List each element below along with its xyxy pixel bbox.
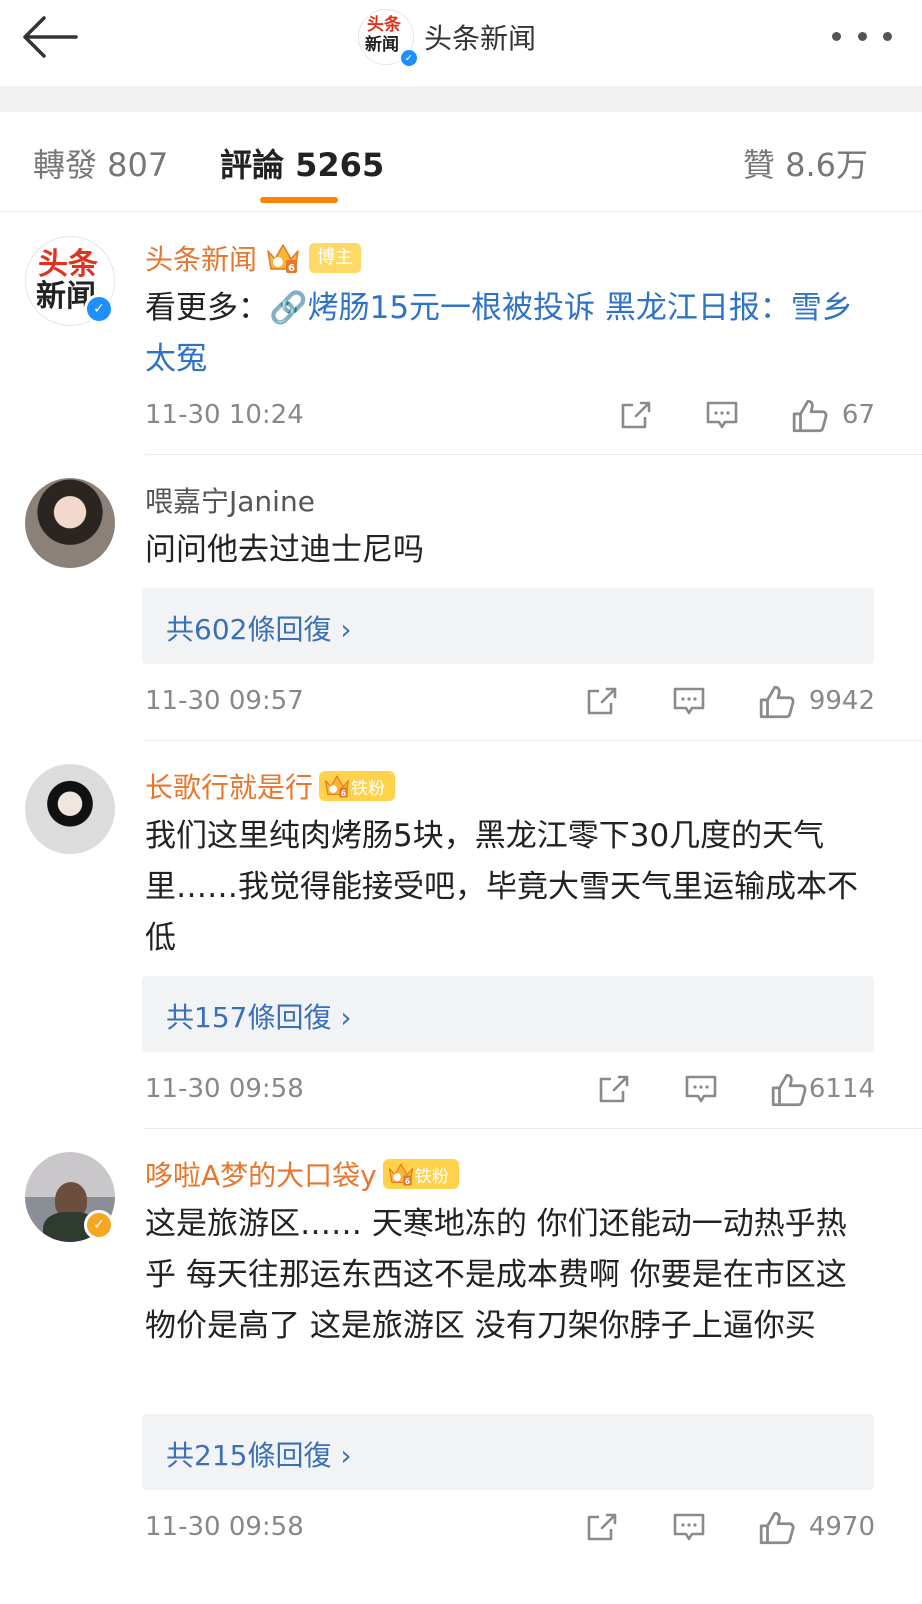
- comment-meta: 11-30 10:24 67: [145, 398, 875, 438]
- replies-button[interactable]: 共157條回復 ›: [142, 976, 874, 1052]
- blogger-tag: 博主: [309, 243, 362, 273]
- comment-item: 头条 新闻 ✓ 头条新闻 博主 看更多：🔗烤肠15元一根被投诉 黑龙江日报：雪乡…: [0, 214, 922, 456]
- comment-text: 这是旅游区…… 天寒地冻的 你们还能动一动热乎热乎 每天往那运东西这不是成本费啊…: [145, 1206, 847, 1344]
- comment-meta: 11-30 09:58 6114: [145, 1072, 875, 1112]
- comment-text-prefix: 看更多：: [145, 290, 269, 326]
- comment-meta: 11-30 09:58 4970: [145, 1510, 875, 1550]
- replies-label: 共157條回復 ›: [166, 1001, 352, 1034]
- comment-text: 我们这里纯肉烤肠5块，黑龙江零下30几度的天气里……我觉得能接受吧，毕竟大雪天气…: [145, 818, 858, 956]
- like-icon[interactable]: [770, 1072, 808, 1108]
- avatar-logo-text-1: 头条: [38, 247, 98, 282]
- tab-bar: 轉發 807 評論 5265 贊 8.6万: [0, 112, 922, 212]
- fan-badge-label: 铁粉: [414, 1166, 449, 1187]
- replies-label: 共215條回復 ›: [166, 1439, 352, 1472]
- timestamp: 11-30 09:58: [145, 1074, 304, 1104]
- like-count: 9942: [808, 686, 875, 716]
- username-text: 哆啦A梦的大口袋y: [145, 1159, 377, 1192]
- comment-meta: 11-30 09:57 9942: [145, 684, 875, 724]
- page-title[interactable]: 头条 新闻 ✓ 头条新闻: [358, 9, 537, 68]
- fan-badge-label: 铁粉: [351, 778, 386, 799]
- account-avatar: 头条 新闻 ✓: [358, 9, 419, 68]
- comment-icon[interactable]: [672, 684, 706, 718]
- divider: [145, 454, 922, 455]
- tab-likes[interactable]: 贊 8.6万: [743, 140, 868, 186]
- comment-icon[interactable]: [672, 1510, 706, 1544]
- comment-item: 长歌行就是行 铁粉 我们这里纯肉烤肠5块，黑龙江零下30几度的天气里……我觉得能…: [0, 742, 922, 1130]
- verified-icon: ✓: [84, 294, 114, 324]
- timestamp: 11-30 10:24: [145, 400, 304, 430]
- timestamp: 11-30 09:58: [145, 1512, 304, 1542]
- avatar[interactable]: [25, 764, 115, 854]
- replies-label: 共602條回復 ›: [166, 613, 352, 646]
- verified-icon: ✓: [84, 1210, 114, 1240]
- comment-item: 喂嘉宁Janine 问问他去过迪士尼吗 共602條回復 › 11-30 09:5…: [0, 456, 922, 742]
- username-text: 喂嘉宁Janine: [145, 485, 315, 518]
- like-icon[interactable]: [758, 684, 796, 720]
- crown-icon: [387, 1161, 415, 1187]
- replies-button[interactable]: 共602條回復 ›: [142, 588, 874, 664]
- like-icon[interactable]: [791, 398, 829, 434]
- username[interactable]: 哆啦A梦的大口袋y 铁粉: [145, 1154, 459, 1194]
- header-title: 头条新闻: [424, 22, 537, 55]
- fan-badge: 铁粉: [382, 1159, 459, 1189]
- like-count: 67: [841, 400, 875, 430]
- like-count: 4970: [808, 1512, 875, 1542]
- username-text: 头条新闻: [145, 243, 258, 276]
- comment-icon[interactable]: [705, 398, 739, 432]
- timestamp: 11-30 09:57: [145, 686, 304, 716]
- divider: [145, 740, 922, 741]
- replies-button[interactable]: 共215條回復 ›: [142, 1414, 874, 1490]
- tab-repost[interactable]: 轉發 807: [33, 140, 168, 186]
- crown-icon: [265, 241, 301, 275]
- username[interactable]: 喂嘉宁Janine: [145, 480, 315, 520]
- share-icon[interactable]: [619, 398, 653, 432]
- back-arrow-icon[interactable]: [18, 12, 82, 62]
- username-text: 长歌行就是行: [145, 771, 314, 804]
- fan-badge: 铁粉: [319, 771, 396, 801]
- avatar[interactable]: [25, 478, 115, 568]
- share-icon[interactable]: [585, 684, 619, 718]
- avatar-logo-text-1: 头条: [367, 15, 401, 35]
- like-icon[interactable]: [758, 1510, 796, 1546]
- share-icon[interactable]: [585, 1510, 619, 1544]
- comment-text: 问问他去过迪士尼吗: [145, 532, 424, 568]
- share-icon[interactable]: [597, 1072, 631, 1106]
- separator-band: [0, 86, 922, 112]
- avatar-logo-text-2: 新闻: [365, 35, 399, 55]
- comment-item: ✓ 哆啦A梦的大口袋y 铁粉 这是旅游区…… 天寒地冻的 你们还能动一动热乎热乎…: [0, 1130, 922, 1604]
- comment-icon[interactable]: [684, 1072, 718, 1106]
- username[interactable]: 长歌行就是行 铁粉: [145, 766, 396, 806]
- more-menu-icon[interactable]: [832, 24, 892, 48]
- like-count: 6114: [808, 1074, 875, 1104]
- tab-comments[interactable]: 評論 5265: [220, 140, 384, 186]
- comment-text: 看更多：🔗烤肠15元一根被投诉 黑龙江日报：雪乡太冤: [145, 283, 875, 385]
- username[interactable]: 头条新闻 博主: [145, 238, 362, 278]
- active-tab-indicator: [260, 197, 338, 203]
- crown-icon: [323, 773, 351, 799]
- verified-icon: ✓: [399, 48, 419, 68]
- divider: [145, 1128, 922, 1129]
- top-bar: 头条 新闻 ✓ 头条新闻: [0, 0, 922, 86]
